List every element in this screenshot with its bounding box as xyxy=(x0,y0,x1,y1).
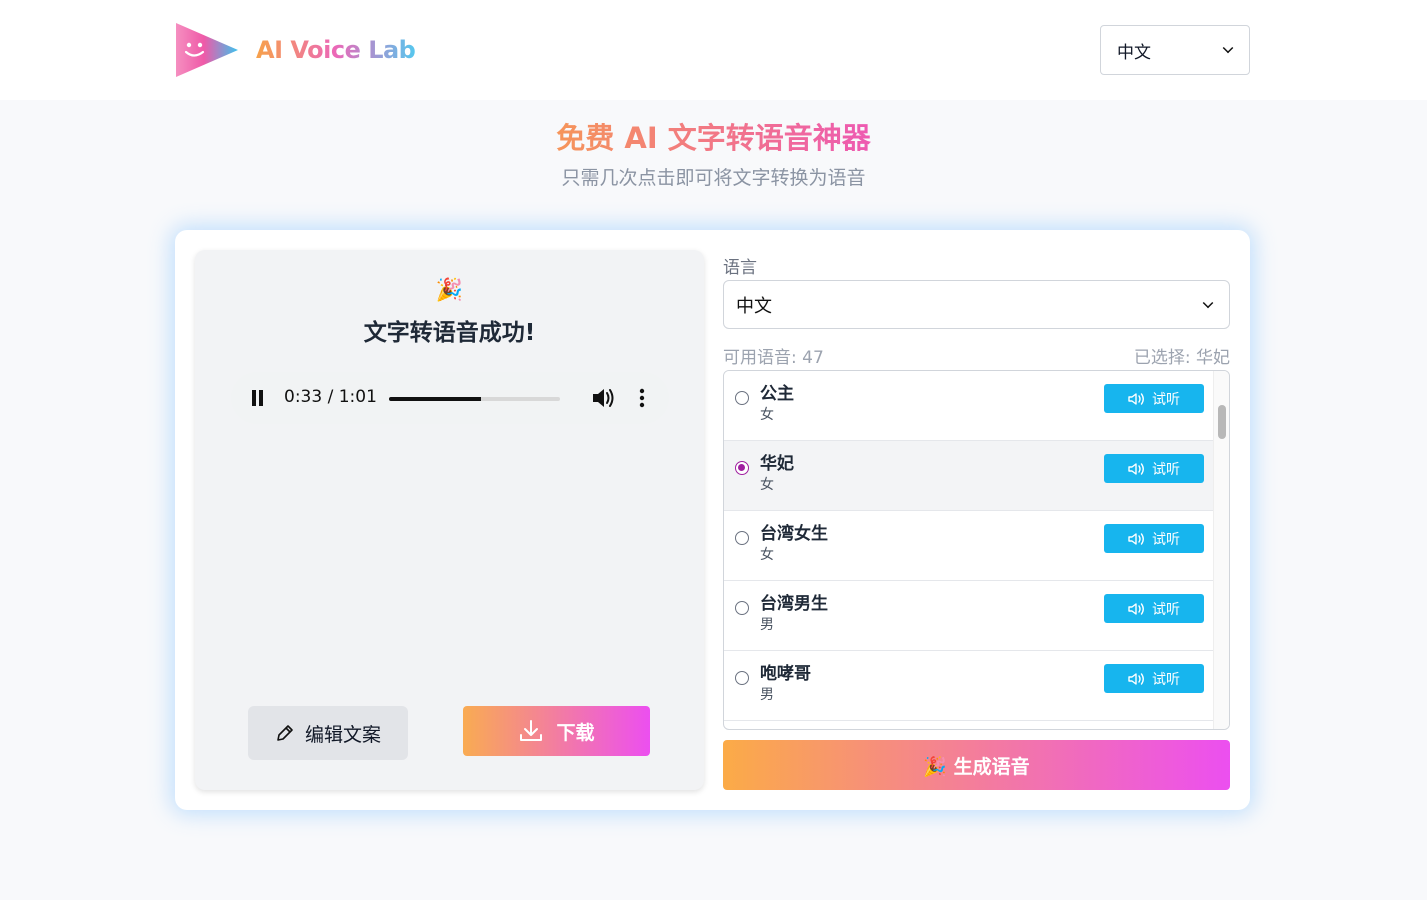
voice-gender: 女 xyxy=(760,547,774,563)
voice-name: 公主 xyxy=(760,384,794,404)
voice-gender: 男 xyxy=(760,617,774,633)
tts-card: 🎉 文字转语音成功! 0:33 / 1:01 编辑文案 下载 语言 中文 可用语… xyxy=(175,230,1250,810)
selected-voice-info: 已选择: 华妃 xyxy=(1133,348,1230,368)
voice-list[interactable]: 咆哮哥男试听 台湾男生男试听 台湾女生女试听 华妃女试听 公主女试听 xyxy=(723,370,1230,730)
edit-text-label: 编辑文案 xyxy=(304,723,381,746)
logo-play-icon xyxy=(176,23,238,77)
audio-time: 0:33 / 1:01 xyxy=(284,387,377,407)
speaker-icon xyxy=(1128,392,1144,405)
pause-icon[interactable] xyxy=(251,390,265,406)
preview-voice-label: 试听 xyxy=(1152,391,1180,408)
language-select[interactable]: 中文 xyxy=(723,280,1230,329)
voice-name: 咆哮哥 xyxy=(760,664,811,684)
preview-voice-button[interactable]: 试听 xyxy=(1104,454,1204,483)
logo[interactable]: AI Voice Lab xyxy=(174,21,416,79)
voice-radio[interactable] xyxy=(735,391,749,405)
header: AI Voice Lab 中文 xyxy=(0,0,1427,100)
language-label: 语言 xyxy=(723,258,757,278)
voice-item[interactable]: 公主女 试听 xyxy=(724,371,1215,441)
audio-progress-bar[interactable] xyxy=(389,397,560,401)
preview-voice-label: 试听 xyxy=(1152,461,1180,478)
voice-item[interactable]: 台湾女生女 试听 xyxy=(724,511,1215,581)
voice-name: 台湾男生 xyxy=(760,594,828,614)
voice-item[interactable]: 咆哮哥男 试听 xyxy=(724,651,1215,721)
preview-voice-button[interactable]: 试听 xyxy=(1104,594,1204,623)
audio-current-time: 0:33 xyxy=(284,387,323,407)
voice-radio[interactable] xyxy=(735,671,749,685)
page-subtitle: 只需几次点击即可将文字转换为语音 xyxy=(561,167,866,189)
voice-name: 华妃 xyxy=(760,454,794,474)
audio-time-separator: / xyxy=(327,387,334,407)
preview-voice-label: 试听 xyxy=(1152,671,1180,688)
audio-progress-fill xyxy=(389,397,482,401)
party-popper-icon: 🎉 xyxy=(435,278,464,303)
voice-name: 台湾女生 xyxy=(760,524,828,544)
voice-gender: 女 xyxy=(760,407,774,423)
preview-voice-label: 试听 xyxy=(1152,601,1180,618)
language-switcher[interactable]: 中文 xyxy=(1100,25,1250,75)
result-panel: 🎉 文字转语音成功! 0:33 / 1:01 编辑文案 下载 xyxy=(195,250,704,790)
voice-gender: 女 xyxy=(760,477,774,493)
download-button[interactable]: 下载 xyxy=(463,706,650,756)
download-icon xyxy=(520,720,543,741)
voice-radio[interactable] xyxy=(735,601,749,615)
page-title: 免费 AI 文字转语音神器 xyxy=(0,115,1427,157)
speaker-icon xyxy=(1128,602,1144,615)
preview-voice-button[interactable]: 试听 xyxy=(1104,524,1204,553)
voice-list-scrollbar[interactable] xyxy=(1213,371,1229,729)
preview-voice-button[interactable]: 试听 xyxy=(1104,664,1204,693)
success-title: 文字转语音成功! xyxy=(363,320,536,346)
voice-item[interactable]: 台湾男生男 试听 xyxy=(724,581,1215,651)
download-label: 下载 xyxy=(556,721,595,744)
voice-gender: 男 xyxy=(760,687,774,703)
more-vert-icon[interactable] xyxy=(639,388,645,408)
brand-name: AI Voice Lab xyxy=(256,36,416,64)
speaker-icon xyxy=(1128,672,1144,685)
edit-text-button[interactable]: 编辑文案 xyxy=(248,706,408,760)
chevron-down-icon xyxy=(1202,297,1214,308)
volume-icon[interactable] xyxy=(591,387,615,409)
language-switcher-value: 中文 xyxy=(1117,42,1151,63)
speaker-icon xyxy=(1128,462,1144,475)
voice-radio[interactable] xyxy=(735,461,749,475)
available-voices-count: 可用语音: 47 xyxy=(723,348,824,368)
pencil-icon xyxy=(277,725,293,741)
scrollbar-thumb[interactable] xyxy=(1218,405,1226,439)
audio-duration: 1:01 xyxy=(338,387,377,407)
speaker-icon xyxy=(1128,532,1144,545)
audio-player[interactable]: 0:33 / 1:01 xyxy=(231,372,669,424)
language-select-value: 中文 xyxy=(736,295,772,317)
chevron-down-icon xyxy=(1222,42,1234,54)
generate-voice-button[interactable]: 🎉 生成语音 xyxy=(723,740,1230,790)
preview-voice-button[interactable]: 试听 xyxy=(1104,384,1204,413)
voice-radio[interactable] xyxy=(735,531,749,545)
preview-voice-label: 试听 xyxy=(1152,531,1180,548)
voice-item[interactable]: 华妃女 试听 xyxy=(724,441,1215,511)
